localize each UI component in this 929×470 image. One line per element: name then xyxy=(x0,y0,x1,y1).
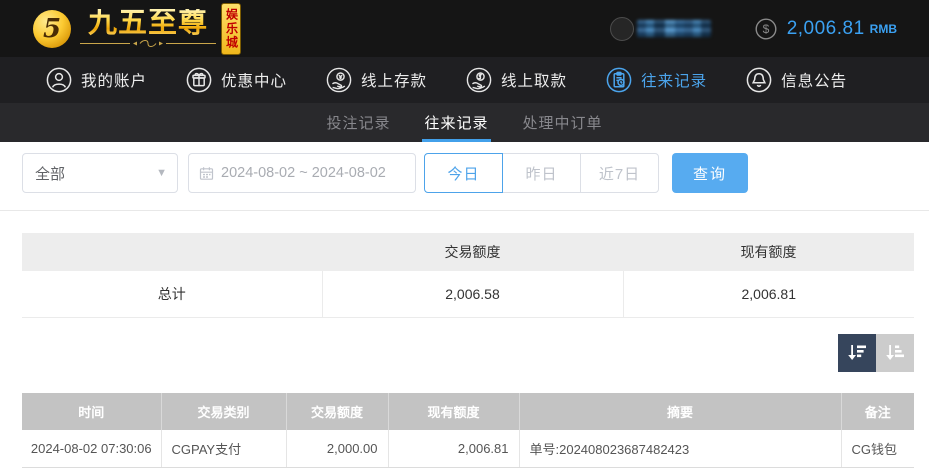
content-area: 全部 ▼ 2024-08-02 ~ 2024-08-02 今日 昨日 近7日 查… xyxy=(0,142,929,470)
summary-total-row: 总计 2,006.58 2,006.81 xyxy=(22,271,914,318)
nav-item-announcements[interactable]: 信息公告 xyxy=(746,67,847,93)
logo-flourish xyxy=(80,40,216,47)
calendar-icon xyxy=(199,166,214,180)
nav-item-withdraw[interactable]: 线上取款 xyxy=(466,67,567,93)
logo-title: 九五至尊 xyxy=(87,7,208,39)
logo-badge: 娱乐城 xyxy=(221,2,241,55)
chevron-down-icon: ▼ xyxy=(156,167,167,179)
summary-header-transaction-amount: 交易额度 xyxy=(322,233,623,271)
deposit-icon xyxy=(326,67,352,93)
cell-summary: 单号:202408023687482423 xyxy=(519,430,842,468)
balance-amount: 2,006.81 xyxy=(786,17,865,39)
gift-icon xyxy=(186,67,212,93)
sort-tools xyxy=(838,334,914,372)
site-logo[interactable]: 5 九五至尊 娱乐城 xyxy=(33,2,241,55)
nav-item-deposit[interactable]: 线上存款 xyxy=(326,67,427,93)
col-summary: 摘要 xyxy=(519,393,842,430)
nav-item-my-account[interactable]: 我的账户 xyxy=(46,67,147,93)
col-transaction-amount: 交易额度 xyxy=(286,393,389,430)
cell-transaction-amount: 2,000.00 xyxy=(286,430,389,468)
records-table: 时间 交易类别 交易额度 现有额度 摘要 备注 2024-08-02 07:30… xyxy=(22,393,914,468)
username-blurred[interactable] xyxy=(636,20,711,37)
cell-transaction-type: CGPAY支付 xyxy=(161,430,287,468)
cell-current-balance: 2,006.81 xyxy=(388,430,520,468)
type-select[interactable]: 全部 ▼ xyxy=(22,153,178,193)
col-remarks: 备注 xyxy=(841,393,914,430)
dollar-coin-icon: $ xyxy=(755,17,777,40)
col-transaction-type: 交易类别 xyxy=(161,393,287,430)
nav-item-promotions[interactable]: 优惠中心 xyxy=(186,67,287,93)
summary-header-row: 交易额度 现有额度 xyxy=(22,233,914,271)
quick-range-group: 今日 昨日 近7日 xyxy=(424,153,659,193)
section-divider xyxy=(0,210,929,211)
summary-table: 交易额度 现有额度 总计 2,006.58 2,006.81 xyxy=(22,233,914,318)
user-icon xyxy=(46,67,72,93)
date-range-input[interactable]: 2024-08-02 ~ 2024-08-02 xyxy=(188,153,416,193)
summary-current-balance: 2,006.81 xyxy=(622,271,914,318)
tab-betting-records[interactable]: 投注记录 xyxy=(324,103,392,142)
sort-ascending-icon xyxy=(886,345,904,360)
range-today-button[interactable]: 今日 xyxy=(424,153,503,193)
records-header-row: 时间 交易类别 交易额度 现有额度 摘要 备注 xyxy=(22,393,914,430)
filter-row: 全部 ▼ 2024-08-02 ~ 2024-08-02 今日 昨日 近7日 查… xyxy=(22,153,748,193)
summary-transaction-amount: 2,006.58 xyxy=(321,271,623,318)
balance-currency: RMB xyxy=(869,21,897,36)
type-select-value: 全部 xyxy=(35,165,66,183)
summary-header-empty xyxy=(22,233,322,271)
tab-pending-orders[interactable]: 处理中订单 xyxy=(521,103,605,142)
col-time: 时间 xyxy=(22,393,162,430)
withdraw-icon xyxy=(466,67,492,93)
bell-icon xyxy=(746,67,772,93)
table-row: 2024-08-02 07:30:06 CGPAY支付 2,000.00 2,0… xyxy=(22,430,914,468)
nav-item-transaction-records[interactable]: 往来记录 xyxy=(606,67,707,93)
avatar[interactable] xyxy=(609,16,634,41)
col-current-balance: 现有额度 xyxy=(388,393,520,430)
date-range-value: 2024-08-02 ~ 2024-08-02 xyxy=(221,165,386,181)
search-button[interactable]: 查询 xyxy=(672,153,748,193)
sort-descending-button[interactable] xyxy=(838,334,876,372)
main-nav: 我的账户 优惠中心 线上存款 线上取款 往来记录 信息公告 xyxy=(0,57,929,103)
summary-total-label: 总计 xyxy=(22,271,322,318)
sort-ascending-button[interactable] xyxy=(876,334,914,372)
sort-descending-icon xyxy=(848,345,866,360)
range-last7days-button[interactable]: 近7日 xyxy=(580,153,659,193)
range-yesterday-button[interactable]: 昨日 xyxy=(502,153,581,193)
record-tabs: 投注记录 往来记录 处理中订单 xyxy=(0,103,929,142)
cell-time: 2024-08-02 07:30:06 xyxy=(22,430,162,468)
svg-text:$: $ xyxy=(762,22,769,36)
user-zone: $ 2,006.81 RMB xyxy=(609,0,897,57)
top-bar: 5 九五至尊 娱乐城 $ 2,006.81 RMB xyxy=(0,0,929,57)
logo-emblem-icon: 5 xyxy=(33,9,71,48)
tab-transaction-records[interactable]: 往来记录 xyxy=(422,103,491,142)
summary-header-current-balance: 现有额度 xyxy=(623,233,914,271)
cell-remarks: CG钱包 xyxy=(841,430,914,468)
records-icon xyxy=(606,67,632,93)
